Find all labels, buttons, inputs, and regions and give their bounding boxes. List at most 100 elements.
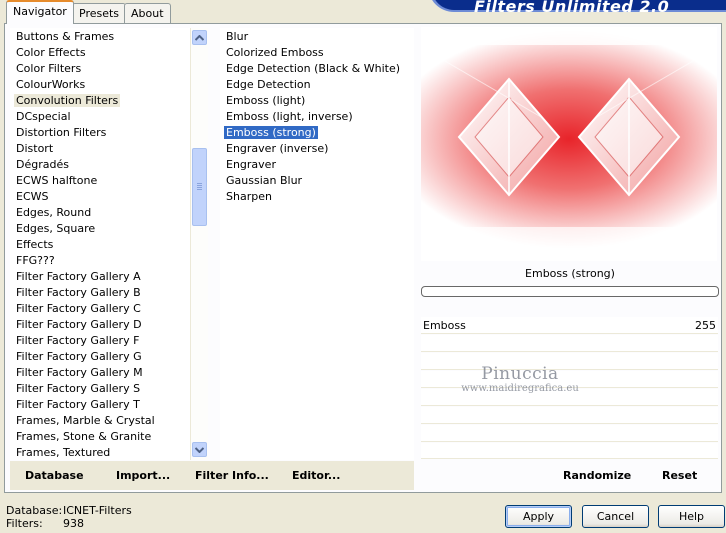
parameter-row-empty xyxy=(421,407,718,424)
help-button[interactable]: Help xyxy=(658,505,725,528)
cancel-button[interactable]: Cancel xyxy=(582,505,649,528)
filter-list[interactable]: Blur Colorized Emboss Edge Detection (Blac… xyxy=(220,28,414,460)
list-item[interactable]: Edge Detection (Black & White) xyxy=(220,61,414,77)
list-item[interactable]: Filter Factory Gallery A xyxy=(10,269,192,285)
list-item-label: Dégradés xyxy=(16,158,69,171)
list-item[interactable]: Frames, Marble & Crystal xyxy=(10,413,192,429)
list-item-label: Frames, Stone & Granite xyxy=(16,430,152,443)
list-item[interactable]: Edges, Round xyxy=(10,205,192,221)
list-item-label: Engraver xyxy=(226,158,276,171)
list-item[interactable]: Engraver xyxy=(220,157,414,173)
list-item-label: ECWS xyxy=(16,190,49,203)
list-item[interactable]: Filter Factory Gallery G xyxy=(10,349,192,365)
list-item-label: Filter Factory Gallery C xyxy=(16,302,141,315)
list-item[interactable]: Engraver (inverse) xyxy=(220,141,414,157)
list-item[interactable]: Color Filters xyxy=(10,61,192,77)
list-item-label: Color Filters xyxy=(16,62,82,75)
list-item-label: Blur xyxy=(226,30,249,43)
list-item-label: Filter Factory Gallery T xyxy=(16,398,140,411)
list-item-label: FFG??? xyxy=(16,254,55,267)
list-item[interactable]: Gaussian Blur xyxy=(220,173,414,189)
list-item[interactable]: Filter Factory Gallery F xyxy=(10,333,192,349)
list-item-label: Edges, Round xyxy=(16,206,92,219)
list-item-label: Filter Factory Gallery G xyxy=(16,350,142,363)
list-item[interactable]: Filter Factory Gallery M xyxy=(10,365,192,381)
list-item-label: Edges, Square xyxy=(16,222,96,235)
preview-image xyxy=(421,27,717,261)
list-item-label: Effects xyxy=(16,238,54,251)
app-title: Filters Unlimited 2.0 xyxy=(474,0,670,16)
list-item[interactable]: Sharpen xyxy=(220,189,414,205)
list-item-label: Filter Factory Gallery F xyxy=(16,334,140,347)
list-item[interactable]: Distort xyxy=(10,141,192,157)
list-item[interactable]: ECWS xyxy=(10,189,192,205)
list-item[interactable]: Filter Factory Gallery S xyxy=(10,381,192,397)
randomize-button[interactable]: Randomize xyxy=(563,469,631,482)
list-item[interactable]: Emboss (strong) xyxy=(220,125,414,141)
preview-filter-name: Emboss (strong) xyxy=(525,266,615,280)
list-item-label: Distortion Filters xyxy=(16,126,107,139)
list-item[interactable]: Blur xyxy=(220,29,414,45)
list-item[interactable]: Filter Factory Gallery D xyxy=(10,317,192,333)
status-filters-label: Filters: xyxy=(6,517,43,530)
list-item-label: Filter Factory Gallery D xyxy=(16,318,142,331)
watermark: Pinuccia www.maidiregrafica.eu xyxy=(440,364,600,394)
parameter-row-empty xyxy=(421,335,718,352)
list-item[interactable]: Effects xyxy=(10,237,192,253)
list-item-label: Frames, Textured xyxy=(16,446,111,459)
list-item-label: ColourWorks xyxy=(16,78,86,91)
list-item[interactable]: Frames, Stone & Granite xyxy=(10,429,192,445)
list-item[interactable]: Colorized Emboss xyxy=(220,45,414,61)
chevron-down-icon xyxy=(195,446,204,453)
tab-navigator[interactable]: Navigator xyxy=(6,0,74,24)
list-item-label: Filter Factory Gallery B xyxy=(16,286,141,299)
list-item[interactable]: Filter Factory Gallery C xyxy=(10,301,192,317)
parameter-row[interactable]: Emboss 255 xyxy=(421,317,718,334)
list-item-label: Emboss (strong) xyxy=(224,126,318,139)
filter-info-button[interactable]: Filter Info... xyxy=(195,469,269,482)
list-item[interactable]: ColourWorks xyxy=(10,77,192,93)
reset-button[interactable]: Reset xyxy=(662,469,697,482)
list-item[interactable]: Buttons & Frames xyxy=(10,29,192,45)
list-item[interactable]: Frames, Textured xyxy=(10,445,192,460)
list-item[interactable]: Emboss (light, inverse) xyxy=(220,109,414,125)
list-item-label: Engraver (inverse) xyxy=(226,142,329,155)
parameter-row-empty xyxy=(421,425,718,442)
list-item-label: Filter Factory Gallery M xyxy=(16,366,143,379)
list-item[interactable]: FFG??? xyxy=(10,253,192,269)
list-item-label: Frames, Marble & Crystal xyxy=(16,414,155,427)
list-item[interactable]: Edge Detection xyxy=(220,77,414,93)
list-item[interactable]: Distortion Filters xyxy=(10,125,192,141)
scroll-up-button[interactable] xyxy=(192,30,207,45)
list-item-label: Convolution Filters xyxy=(14,94,121,107)
tab-about[interactable]: About xyxy=(124,3,171,23)
list-item-label: Distort xyxy=(16,142,54,155)
progress-bar xyxy=(421,286,719,297)
editor-button[interactable]: Editor... xyxy=(292,469,340,482)
tab-presets[interactable]: Presets xyxy=(72,3,127,23)
scroll-thumb[interactable] xyxy=(192,148,207,226)
list-item[interactable]: Filter Factory Gallery T xyxy=(10,397,192,413)
list-item-label: Filter Factory Gallery A xyxy=(16,270,141,283)
category-scrollbar[interactable] xyxy=(190,28,208,460)
database-button[interactable]: Database xyxy=(25,469,84,482)
list-item[interactable]: Dégradés xyxy=(10,157,192,173)
parameter-row-empty xyxy=(421,443,718,459)
category-list[interactable]: Buttons & Frames Color Effects Color Filte… xyxy=(10,28,192,460)
apply-button[interactable]: Apply xyxy=(505,505,572,528)
chevron-up-icon xyxy=(195,34,204,41)
list-item-label: Filter Factory Gallery S xyxy=(16,382,141,395)
list-item-label: Emboss (light, inverse) xyxy=(226,110,353,123)
parameter-value: 255 xyxy=(695,319,716,332)
list-item[interactable]: ECWS halftone xyxy=(10,173,192,189)
list-item[interactable]: Color Effects xyxy=(10,45,192,61)
parameter-name: Emboss xyxy=(423,319,466,332)
list-item[interactable]: Convolution Filters xyxy=(10,93,192,109)
list-item[interactable]: Edges, Square xyxy=(10,221,192,237)
list-item[interactable]: Emboss (light) xyxy=(220,93,414,109)
scroll-down-button[interactable] xyxy=(192,442,207,457)
import-button[interactable]: Import... xyxy=(116,469,170,482)
list-item[interactable]: Filter Factory Gallery B xyxy=(10,285,192,301)
list-item-label: Edge Detection xyxy=(226,78,311,91)
list-item[interactable]: DCspecial xyxy=(10,109,192,125)
